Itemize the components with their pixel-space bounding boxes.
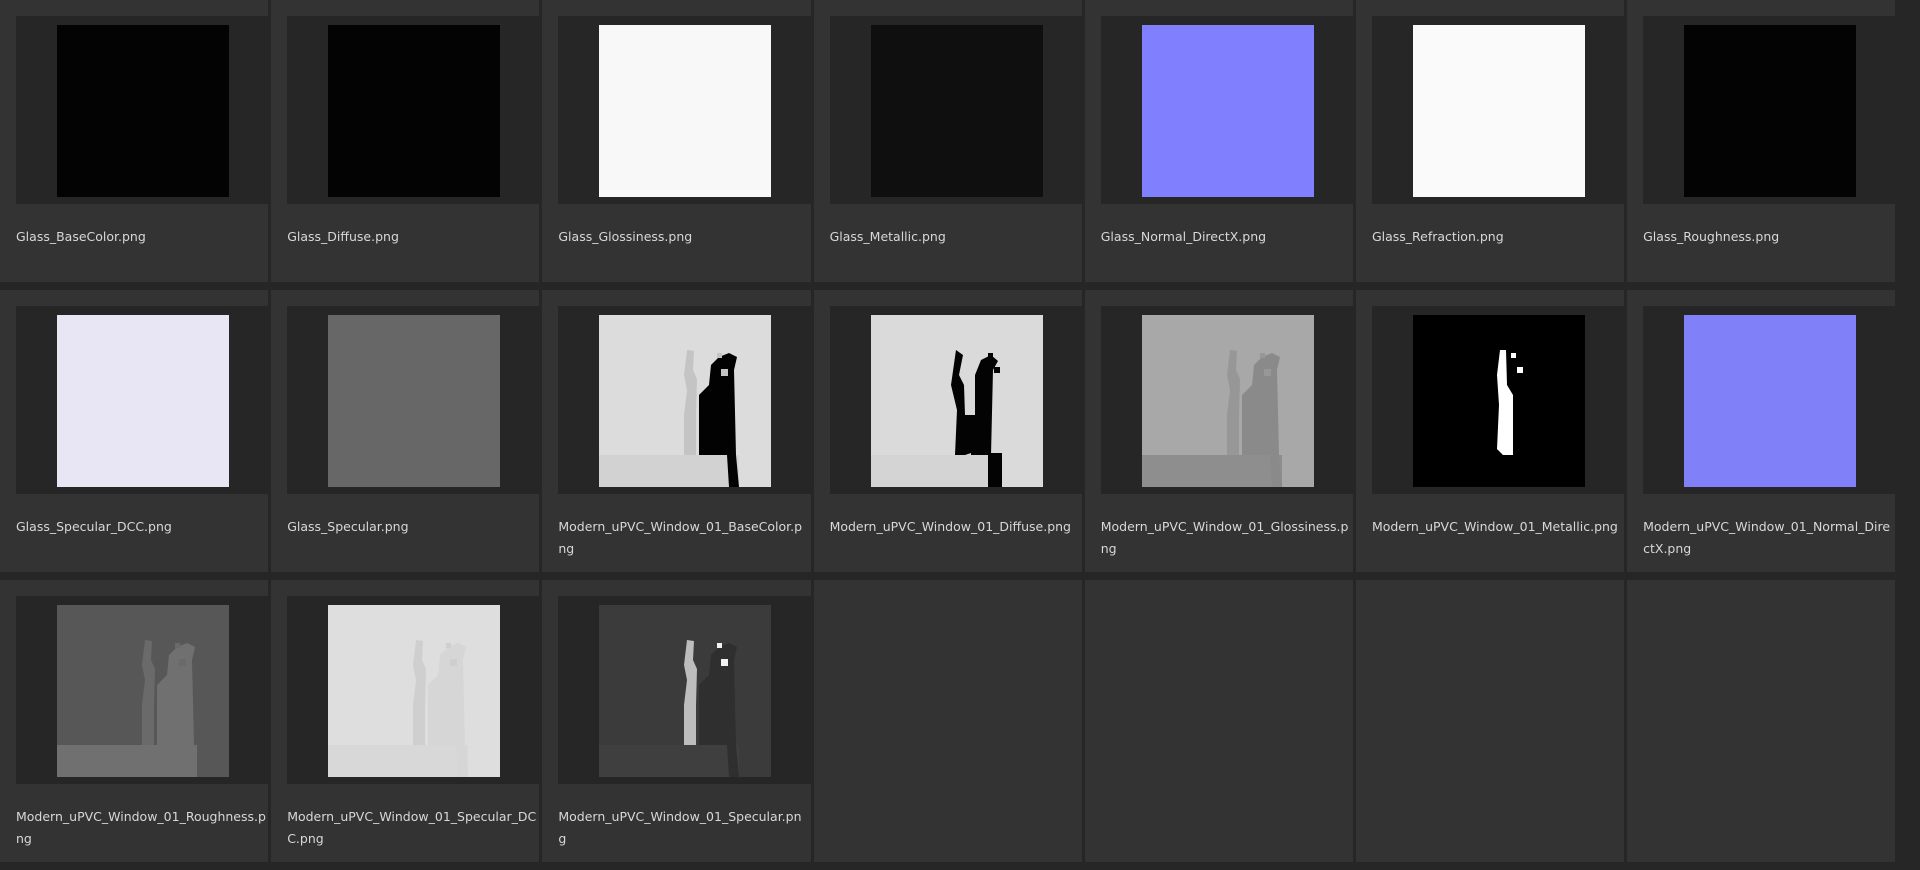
thumbnail-frame — [1371, 306, 1626, 494]
file-name-label: Glass_Refraction.png — [1371, 229, 1504, 244]
thumbnail-frame — [829, 16, 1084, 204]
thumbnail — [57, 605, 229, 777]
file-name-label: Glass_Normal_DirectX.png — [1100, 229, 1267, 244]
thumbnail-frame — [287, 306, 542, 494]
file-name-label: Modern_uPVC_Window_01_Glossiness.png — [1100, 519, 1349, 556]
asset-tile[interactable]: Glass_Metallic.png — [813, 0, 1085, 286]
empty-tile — [1627, 580, 1899, 866]
thumbnail-image — [57, 25, 229, 197]
file-name-label: Glass_Specular_DCC.png — [16, 519, 172, 534]
thumbnail-frame — [1371, 16, 1626, 204]
asset-tile[interactable]: Glass_Refraction.png — [1355, 0, 1628, 286]
thumbnail-frame — [287, 596, 542, 784]
thumbnail-frame — [287, 16, 542, 204]
file-name-label: Modern_uPVC_Window_01_Specular.png — [558, 809, 802, 846]
thumbnail — [1684, 25, 1857, 197]
file-name-label: Modern_uPVC_Window_01_Diffuse.png — [829, 519, 1071, 534]
file-name-label: Glass_Diffuse.png — [287, 229, 399, 244]
asset-tile[interactable]: Modern_uPVC_Window_01_Normal_DirectX.png — [1627, 290, 1899, 576]
thumbnail-image — [1684, 25, 1857, 197]
file-name-label: Glass_Metallic.png — [829, 229, 946, 244]
file-name-label: Modern_uPVC_Window_01_Normal_DirectX.png — [1643, 519, 1891, 556]
thumbnail-image — [599, 25, 772, 197]
thumbnail-frame — [1100, 306, 1355, 494]
thumbnail-image — [1412, 315, 1585, 487]
file-name-label: Glass_Glossiness.png — [558, 229, 693, 244]
thumbnail-image — [1412, 25, 1585, 197]
file-name-label: Glass_BaseColor.png — [16, 229, 146, 244]
thumbnail-image — [1141, 315, 1314, 487]
thumbnail — [870, 25, 1043, 197]
file-name-label: Modern_uPVC_Window_01_Roughness.png — [16, 809, 266, 846]
thumbnail — [599, 25, 772, 197]
file-name-label: Modern_uPVC_Window_01_Metallic.png — [1371, 519, 1618, 534]
asset-tile[interactable]: Modern_uPVC_Window_01_BaseColor.png — [542, 290, 814, 576]
thumbnail-image — [328, 25, 501, 197]
asset-tile[interactable]: Glass_Specular_DCC.png — [0, 290, 272, 576]
thumbnail — [1684, 315, 1857, 487]
asset-tile[interactable]: Glass_Roughness.png — [1627, 0, 1899, 286]
asset-tile[interactable]: Glass_Normal_DirectX.png — [1084, 0, 1356, 286]
thumbnail-frame — [16, 306, 270, 494]
thumbnail-frame — [829, 306, 1084, 494]
asset-tile[interactable]: Modern_uPVC_Window_01_Specular_DCC.png — [271, 580, 543, 866]
thumbnail-frame — [1100, 16, 1355, 204]
asset-tile[interactable]: Modern_uPVC_Window_01_Roughness.png — [0, 580, 272, 866]
empty-tile — [813, 580, 1085, 866]
asset-tile[interactable]: Glass_Diffuse.png — [271, 0, 543, 286]
thumbnail — [328, 315, 501, 487]
file-name-label: Modern_uPVC_Window_01_Specular_DCC.png — [287, 809, 537, 846]
thumbnail-frame — [16, 596, 270, 784]
thumbnail-image — [599, 315, 772, 487]
file-name-label: Modern_uPVC_Window_01_BaseColor.png — [558, 519, 803, 556]
file-name-label: Glass_Specular.png — [287, 519, 409, 534]
thumbnail — [57, 315, 229, 487]
thumbnail-image — [870, 25, 1043, 197]
thumbnail-image — [328, 315, 501, 487]
thumbnail — [1141, 315, 1314, 487]
thumbnail-frame — [558, 596, 813, 784]
empty-tile — [1084, 580, 1356, 866]
thumbnail-frame — [1643, 16, 1898, 204]
thumbnail-image — [1141, 25, 1314, 197]
thumbnail — [1412, 315, 1585, 487]
asset-tile[interactable]: Modern_uPVC_Window_01_Metallic.png — [1355, 290, 1628, 576]
thumbnail — [599, 315, 772, 487]
thumbnail — [1141, 25, 1314, 197]
thumbnail-frame — [558, 306, 813, 494]
thumbnail-frame — [558, 16, 813, 204]
asset-tile[interactable]: Modern_uPVC_Window_01_Specular.png — [542, 580, 814, 866]
asset-tile[interactable]: Glass_Glossiness.png — [542, 0, 814, 286]
thumbnail — [328, 605, 501, 777]
thumbnail — [328, 25, 501, 197]
file-name-label: Glass_Roughness.png — [1643, 229, 1780, 244]
thumbnail-frame — [1643, 306, 1898, 494]
thumbnail-image — [328, 605, 501, 777]
asset-tile[interactable]: Glass_Specular.png — [271, 290, 543, 576]
empty-tile — [1355, 580, 1628, 866]
thumbnail — [870, 315, 1043, 487]
thumbnail-frame — [16, 16, 270, 204]
thumbnail — [1412, 25, 1585, 197]
thumbnail — [599, 605, 772, 777]
asset-tile[interactable]: Modern_uPVC_Window_01_Glossiness.png — [1084, 290, 1356, 576]
thumbnail — [57, 25, 229, 197]
thumbnail-image — [57, 605, 229, 777]
thumbnail-image — [57, 315, 229, 487]
asset-tile[interactable]: Modern_uPVC_Window_01_Diffuse.png — [813, 290, 1085, 576]
thumbnail-image — [599, 605, 772, 777]
asset-browser-grid: Glass_BaseColor.png Glass_Diffuse.png Glas… — [0, 0, 1920, 870]
asset-tile[interactable]: Glass_BaseColor.png — [0, 0, 272, 286]
thumbnail-image — [1684, 315, 1857, 487]
thumbnail-image — [870, 315, 1043, 487]
